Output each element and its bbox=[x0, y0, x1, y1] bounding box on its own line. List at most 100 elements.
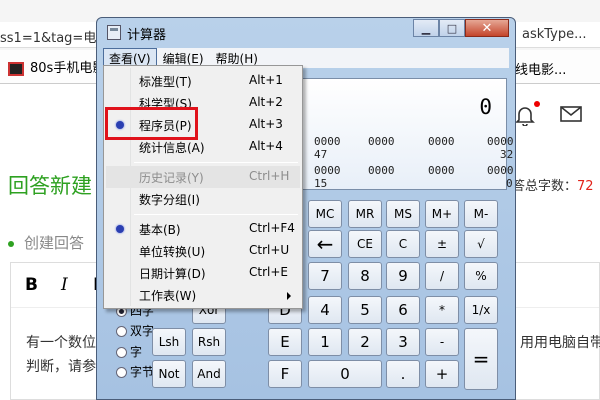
plus-button[interactable]: + bbox=[425, 360, 459, 388]
menu-item-label: 单位转换(U) bbox=[139, 245, 206, 259]
bookmark-item-right[interactable]: 线电影... bbox=[515, 59, 566, 78]
radio-button[interactable] bbox=[116, 347, 127, 358]
radio-word[interactable]: 字 bbox=[116, 343, 142, 360]
bit-group[interactable]: 0000 bbox=[314, 135, 341, 148]
lsh-button[interactable]: Lsh bbox=[152, 328, 186, 356]
radio-button[interactable] bbox=[116, 367, 127, 378]
mr-button[interactable]: MR bbox=[348, 200, 382, 228]
hex-e-button[interactable]: E bbox=[268, 328, 302, 356]
radio-label: 字节 bbox=[130, 365, 155, 379]
word-count-label: 答总字数： bbox=[512, 179, 578, 194]
menu-item-shortcut: Ctrl+E bbox=[249, 265, 288, 279]
digit-9-button[interactable]: 9 bbox=[386, 262, 420, 290]
percent-button[interactable]: % bbox=[464, 262, 498, 290]
display-value: 0 bbox=[479, 95, 492, 119]
mc-button[interactable]: MC bbox=[308, 200, 342, 228]
bit-group[interactable]: 0000 bbox=[487, 164, 514, 177]
menu-item-label: 标准型(T) bbox=[139, 75, 192, 89]
italic-button[interactable]: I bbox=[61, 275, 68, 295]
menu-item-shortcut: Alt+3 bbox=[249, 117, 283, 131]
digit-7-button[interactable]: 7 bbox=[308, 262, 342, 290]
answer-title: 回答新建 bbox=[8, 174, 92, 198]
radio-dword[interactable]: 双字 bbox=[116, 322, 154, 339]
and-button[interactable]: And bbox=[192, 360, 226, 388]
menu-item-standard[interactable]: 标准型(T) Alt+1 bbox=[106, 70, 300, 92]
sqrt-button[interactable]: √ bbox=[464, 230, 498, 258]
backspace-button[interactable]: ← bbox=[308, 230, 342, 258]
bit-group[interactable]: 0000 bbox=[428, 135, 455, 148]
bit-group[interactable]: 0000 bbox=[428, 164, 455, 177]
bit-index: 0 bbox=[506, 177, 513, 190]
film-icon bbox=[8, 61, 24, 76]
bit-group[interactable]: 0000 bbox=[314, 164, 341, 177]
menu-item-label: 统计信息(A) bbox=[139, 141, 205, 155]
plus-minus-button[interactable]: ± bbox=[425, 230, 459, 258]
c-button[interactable]: C bbox=[386, 230, 420, 258]
digit-0-button[interactable]: 0 bbox=[308, 360, 382, 388]
menu-separator bbox=[134, 214, 298, 215]
divide-button[interactable]: / bbox=[425, 262, 459, 290]
hex-f-button[interactable]: F bbox=[268, 360, 302, 388]
digit-6-button[interactable]: 6 bbox=[386, 296, 420, 324]
menu-item-shortcut: Ctrl+U bbox=[249, 243, 290, 257]
menu-item-shortcut: Alt+2 bbox=[249, 95, 283, 109]
highlight-box bbox=[105, 107, 198, 140]
ce-button[interactable]: CE bbox=[348, 230, 382, 258]
calculator-icon bbox=[107, 25, 121, 40]
create-answer-label: 创建回答 bbox=[8, 232, 84, 253]
reciprocal-button[interactable]: 1/x bbox=[464, 296, 498, 324]
editor-text-line: 判断，请参 bbox=[26, 359, 96, 375]
view-menu: 标准型(T) Alt+1 科学型(S) Alt+2 程序员(P) Alt+3 统… bbox=[103, 65, 303, 309]
menu-item-label: 历史记录(Y) bbox=[139, 171, 204, 185]
menu-item-shortcut: Alt+1 bbox=[249, 73, 283, 87]
decimal-button[interactable]: . bbox=[386, 360, 420, 388]
menu-item-date-calculation[interactable]: 日期计算(D) Ctrl+E bbox=[106, 262, 300, 284]
menu-item-label: 数字分组(I) bbox=[139, 193, 200, 207]
bit-index: 47 bbox=[314, 148, 328, 161]
equals-button[interactable]: = bbox=[464, 328, 498, 390]
minus-button[interactable]: - bbox=[425, 328, 459, 356]
close-button[interactable]: ✕ bbox=[465, 19, 509, 37]
menu-item-unit-conversion[interactable]: 单位转换(U) Ctrl+U bbox=[106, 240, 300, 262]
radio-label: 字 bbox=[130, 345, 143, 359]
menu-item-worksheets[interactable]: 工作表(W) bbox=[106, 284, 300, 306]
menu-item-history: 历史记录(Y) Ctrl+H bbox=[106, 166, 300, 188]
window-title: 计算器 bbox=[127, 28, 167, 43]
m-plus-button[interactable]: M+ bbox=[425, 200, 459, 228]
mail-icon[interactable] bbox=[560, 106, 582, 122]
bit-group[interactable]: 0000 bbox=[368, 164, 395, 177]
multiply-button[interactable]: * bbox=[425, 296, 459, 324]
bookmark-item[interactable]: 80s手机电影 bbox=[8, 57, 105, 76]
menu-item-shortcut: Ctrl+H bbox=[249, 169, 290, 183]
menu-item-basic[interactable]: 基本(B) Ctrl+F4 bbox=[106, 218, 300, 240]
radio-byte[interactable]: 字节 bbox=[116, 363, 154, 380]
minimize-button[interactable]: ▁ bbox=[413, 19, 439, 37]
word-count-value: 72 bbox=[577, 179, 594, 194]
digit-2-button[interactable]: 2 bbox=[348, 328, 382, 356]
bell-icon[interactable] bbox=[514, 104, 536, 126]
m-minus-button[interactable]: M- bbox=[464, 200, 498, 228]
create-answer-text: 创建回答 bbox=[24, 234, 85, 252]
bit-group[interactable]: 0000 bbox=[368, 135, 395, 148]
radio-button[interactable] bbox=[116, 326, 127, 337]
not-button[interactable]: Not bbox=[152, 360, 186, 388]
menu-item-label: 日期计算(D) bbox=[139, 267, 206, 281]
ms-button[interactable]: MS bbox=[386, 200, 420, 228]
menu-item-digit-grouping[interactable]: 数字分组(I) bbox=[106, 188, 300, 210]
radio-check-icon bbox=[116, 225, 124, 233]
bookmark-label: 80s手机电影 bbox=[30, 61, 106, 76]
digit-8-button[interactable]: 8 bbox=[348, 262, 382, 290]
maximize-button[interactable]: □ bbox=[439, 19, 465, 37]
word-count: 答总字数：72 bbox=[512, 175, 594, 194]
digit-3-button[interactable]: 3 bbox=[386, 328, 420, 356]
digit-5-button[interactable]: 5 bbox=[348, 296, 382, 324]
digit-4-button[interactable]: 4 bbox=[308, 296, 342, 324]
digit-1-button[interactable]: 1 bbox=[308, 328, 342, 356]
editor-text-line-right: 用用电脑自带 bbox=[520, 335, 600, 351]
bold-button[interactable]: B bbox=[25, 275, 38, 295]
bit-index: 15 bbox=[314, 177, 328, 190]
rsh-button[interactable]: Rsh bbox=[192, 328, 226, 356]
url-text: ss1=1&tag=电 bbox=[0, 31, 97, 46]
bit-group[interactable]: 0000 bbox=[487, 135, 514, 148]
title-bar[interactable]: 计算器 ▁ □ ✕ bbox=[97, 18, 515, 46]
